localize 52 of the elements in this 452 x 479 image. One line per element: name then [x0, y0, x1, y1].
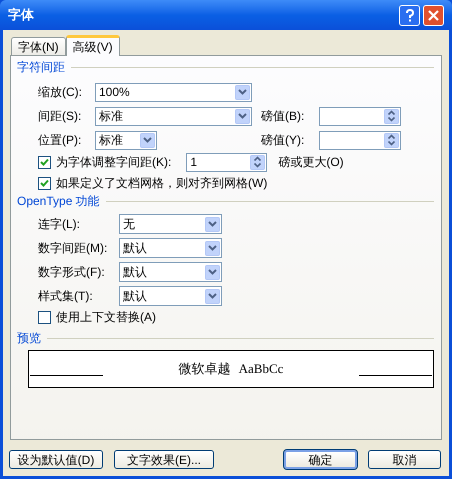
chevron-down-icon	[208, 293, 217, 299]
chevron-down-icon	[238, 89, 247, 95]
help-button[interactable]	[399, 4, 420, 26]
close-button[interactable]	[423, 4, 444, 26]
field-label: 连字(L):	[38, 216, 81, 233]
spin-arrows-icon	[253, 156, 262, 168]
tab[interactable]: 字体(N)	[11, 37, 66, 55]
chevron-down-icon	[208, 269, 217, 275]
preview-text: AaBbCc	[238, 360, 284, 378]
dropdown[interactable]: 默认	[119, 262, 222, 282]
spin-field[interactable]: 1	[186, 152, 268, 172]
section-heading: 预览	[17, 330, 41, 347]
preview-text: 微软卓越	[178, 360, 231, 378]
field-label: 磅值(Y):	[261, 132, 306, 149]
checkbox-label: 使用上下文替换(A)	[56, 309, 156, 326]
question-mark-icon	[404, 8, 414, 22]
window-title: 字体	[8, 6, 35, 24]
checkbox[interactable]	[38, 310, 51, 324]
chevron-down-icon	[208, 221, 217, 227]
chevron-down-icon	[238, 113, 247, 119]
field-label: 样式集(T):	[38, 288, 94, 305]
field-label: 磅或更大(O)	[278, 154, 344, 171]
chevron-down-icon	[208, 245, 217, 251]
dialog-button[interactable]: 文字效果(E)...	[114, 450, 214, 469]
field-label: 间距(S):	[38, 108, 82, 125]
close-icon	[428, 10, 439, 20]
dropdown[interactable]: 默认	[119, 286, 222, 306]
chevron-down-icon	[143, 137, 152, 143]
dialog-button[interactable]: 确定	[284, 450, 357, 469]
section-heading: OpenType 功能	[17, 193, 100, 210]
field-label: 磅值(B):	[261, 108, 306, 125]
tab[interactable]: 高级(V)	[66, 35, 120, 56]
dropdown[interactable]: 默认	[119, 238, 222, 258]
dialog-button[interactable]: 取消	[368, 450, 441, 469]
spin-field[interactable]	[319, 106, 401, 126]
spin-field[interactable]	[319, 130, 401, 150]
section-heading: 字符间距	[17, 59, 65, 76]
field-label: 位置(P):	[38, 132, 82, 149]
checkbox[interactable]	[38, 176, 51, 190]
field-label: 数字间距(M):	[38, 240, 108, 257]
dialog-button[interactable]: 设为默认值(D)	[9, 450, 103, 469]
dropdown[interactable]: 100%	[95, 82, 252, 102]
spin-arrows-icon	[387, 110, 396, 122]
dropdown[interactable]: 标准	[95, 130, 157, 150]
spin-arrows-icon	[387, 134, 396, 146]
checkbox-label: 如果定义了文档网格，则对齐到网格(W)	[56, 175, 268, 192]
checkbox-label: 为字体调整字间距(K):	[56, 154, 172, 171]
field-label: 数字形式(F):	[38, 264, 106, 281]
dropdown[interactable]: 无	[119, 214, 222, 234]
field-label: 缩放(C):	[38, 84, 83, 101]
checkbox[interactable]	[38, 156, 51, 168]
dropdown[interactable]: 标准	[95, 106, 252, 126]
